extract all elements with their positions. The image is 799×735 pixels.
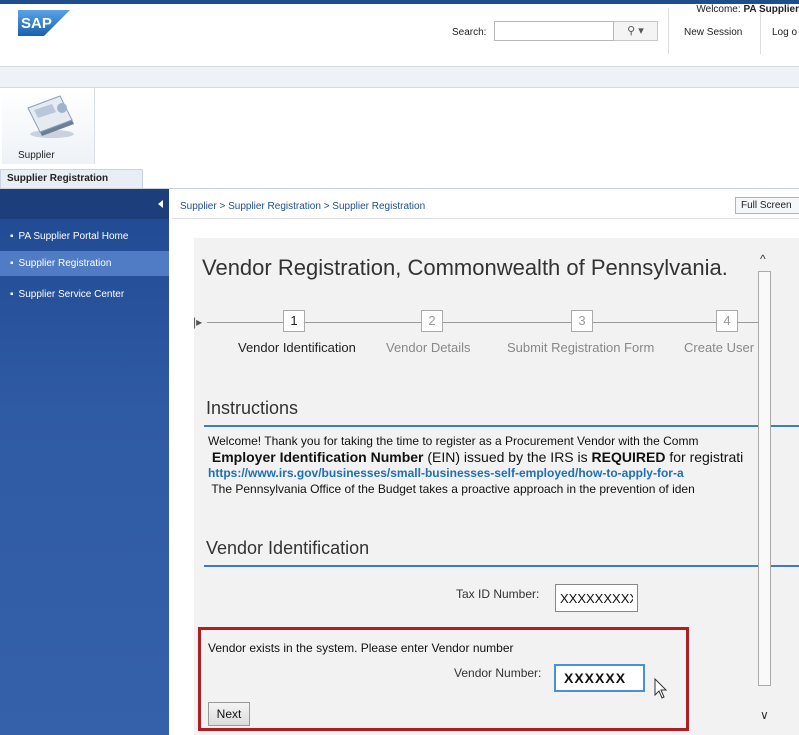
- vendor-number-label: Vendor Number:: [454, 666, 542, 680]
- supplier-role-icon: [27, 95, 74, 138]
- vendor-exists-message: Vendor exists in the system. Please ente…: [208, 641, 514, 655]
- header-divider: [668, 8, 669, 54]
- step-2-number: 2: [421, 310, 443, 332]
- bullet-icon: ▪: [10, 289, 14, 300]
- section-divider: [204, 425, 799, 427]
- tab-supplier-registration[interactable]: Supplier Registration: [0, 169, 143, 188]
- step-connector: [738, 322, 758, 323]
- instructions-text: Welcome! Thank you for taking the time t…: [208, 433, 799, 497]
- logoff-link[interactable]: Log o: [772, 27, 797, 38]
- scroll-up-icon[interactable]: ^: [760, 252, 766, 266]
- irs-link[interactable]: https://www.irs.gov/businesses/small-bus…: [208, 465, 799, 481]
- breadcrumb[interactable]: Supplier > Supplier Registration > Suppl…: [180, 201, 425, 212]
- search-label: Search:: [452, 27, 487, 38]
- step-1-number[interactable]: 1: [283, 310, 305, 332]
- welcome-bar: [0, 66, 799, 88]
- search-input[interactable]: [494, 21, 614, 41]
- page-title: Vendor Registration, Commonwealth of Pen…: [202, 255, 728, 280]
- instructions-heading: Instructions: [206, 398, 299, 418]
- role-bar: [0, 88, 799, 167]
- nav-item-portal-home[interactable]: ▪ PA Supplier Portal Home: [10, 231, 128, 242]
- nav-header: [0, 189, 169, 219]
- nav-item-supplier-registration[interactable]: ▪ Supplier Registration: [10, 258, 111, 269]
- scrollbar-thumb[interactable]: [758, 271, 771, 686]
- step-3-number: 3: [571, 310, 593, 332]
- tax-id-input[interactable]: [555, 584, 638, 612]
- step-4-number: 4: [716, 310, 738, 332]
- search-icon: ⚲ ▾: [627, 25, 644, 37]
- section-divider: [204, 565, 799, 567]
- portal-header: [0, 0, 799, 66]
- nav-item-supplier-service-center[interactable]: ▪ Supplier Service Center: [10, 289, 124, 300]
- vendor-number-input[interactable]: [554, 664, 645, 692]
- full-screen-button[interactable]: Full Screen: [735, 197, 799, 214]
- mouse-cursor-icon: [654, 678, 668, 699]
- step-3-label: Submit Registration Form: [507, 340, 655, 355]
- step-4-label: Create User: [684, 340, 755, 355]
- welcome-user-name: PA Supplier: [743, 4, 799, 15]
- welcome-text: Welcome: PA Supplier: [696, 4, 799, 15]
- new-session-link[interactable]: New Session: [684, 27, 742, 38]
- step-2-label: Vendor Details: [386, 340, 471, 355]
- sap-logo[interactable]: SAP: [18, 10, 70, 36]
- scroll-down-icon[interactable]: ∨: [760, 708, 769, 722]
- step-connector: [305, 322, 421, 323]
- search-options-button[interactable]: ⚲ ▾: [614, 21, 658, 41]
- step-connector: [207, 322, 283, 323]
- next-button[interactable]: Next: [208, 702, 250, 726]
- role-label: Supplier: [18, 150, 55, 161]
- step-1-label[interactable]: Vendor Identification: [238, 340, 356, 355]
- step-start-icon: |▸: [193, 315, 203, 329]
- vendor-identification-heading: Vendor Identification: [206, 538, 370, 558]
- svg-text:SAP: SAP: [21, 15, 52, 32]
- step-connector: [593, 322, 716, 323]
- step-connector: [443, 322, 571, 323]
- bullet-icon: ▪: [10, 231, 14, 242]
- collapse-nav-icon[interactable]: [158, 200, 163, 208]
- bullet-icon: ▪: [10, 258, 14, 269]
- tax-id-label: Tax ID Number:: [456, 587, 540, 601]
